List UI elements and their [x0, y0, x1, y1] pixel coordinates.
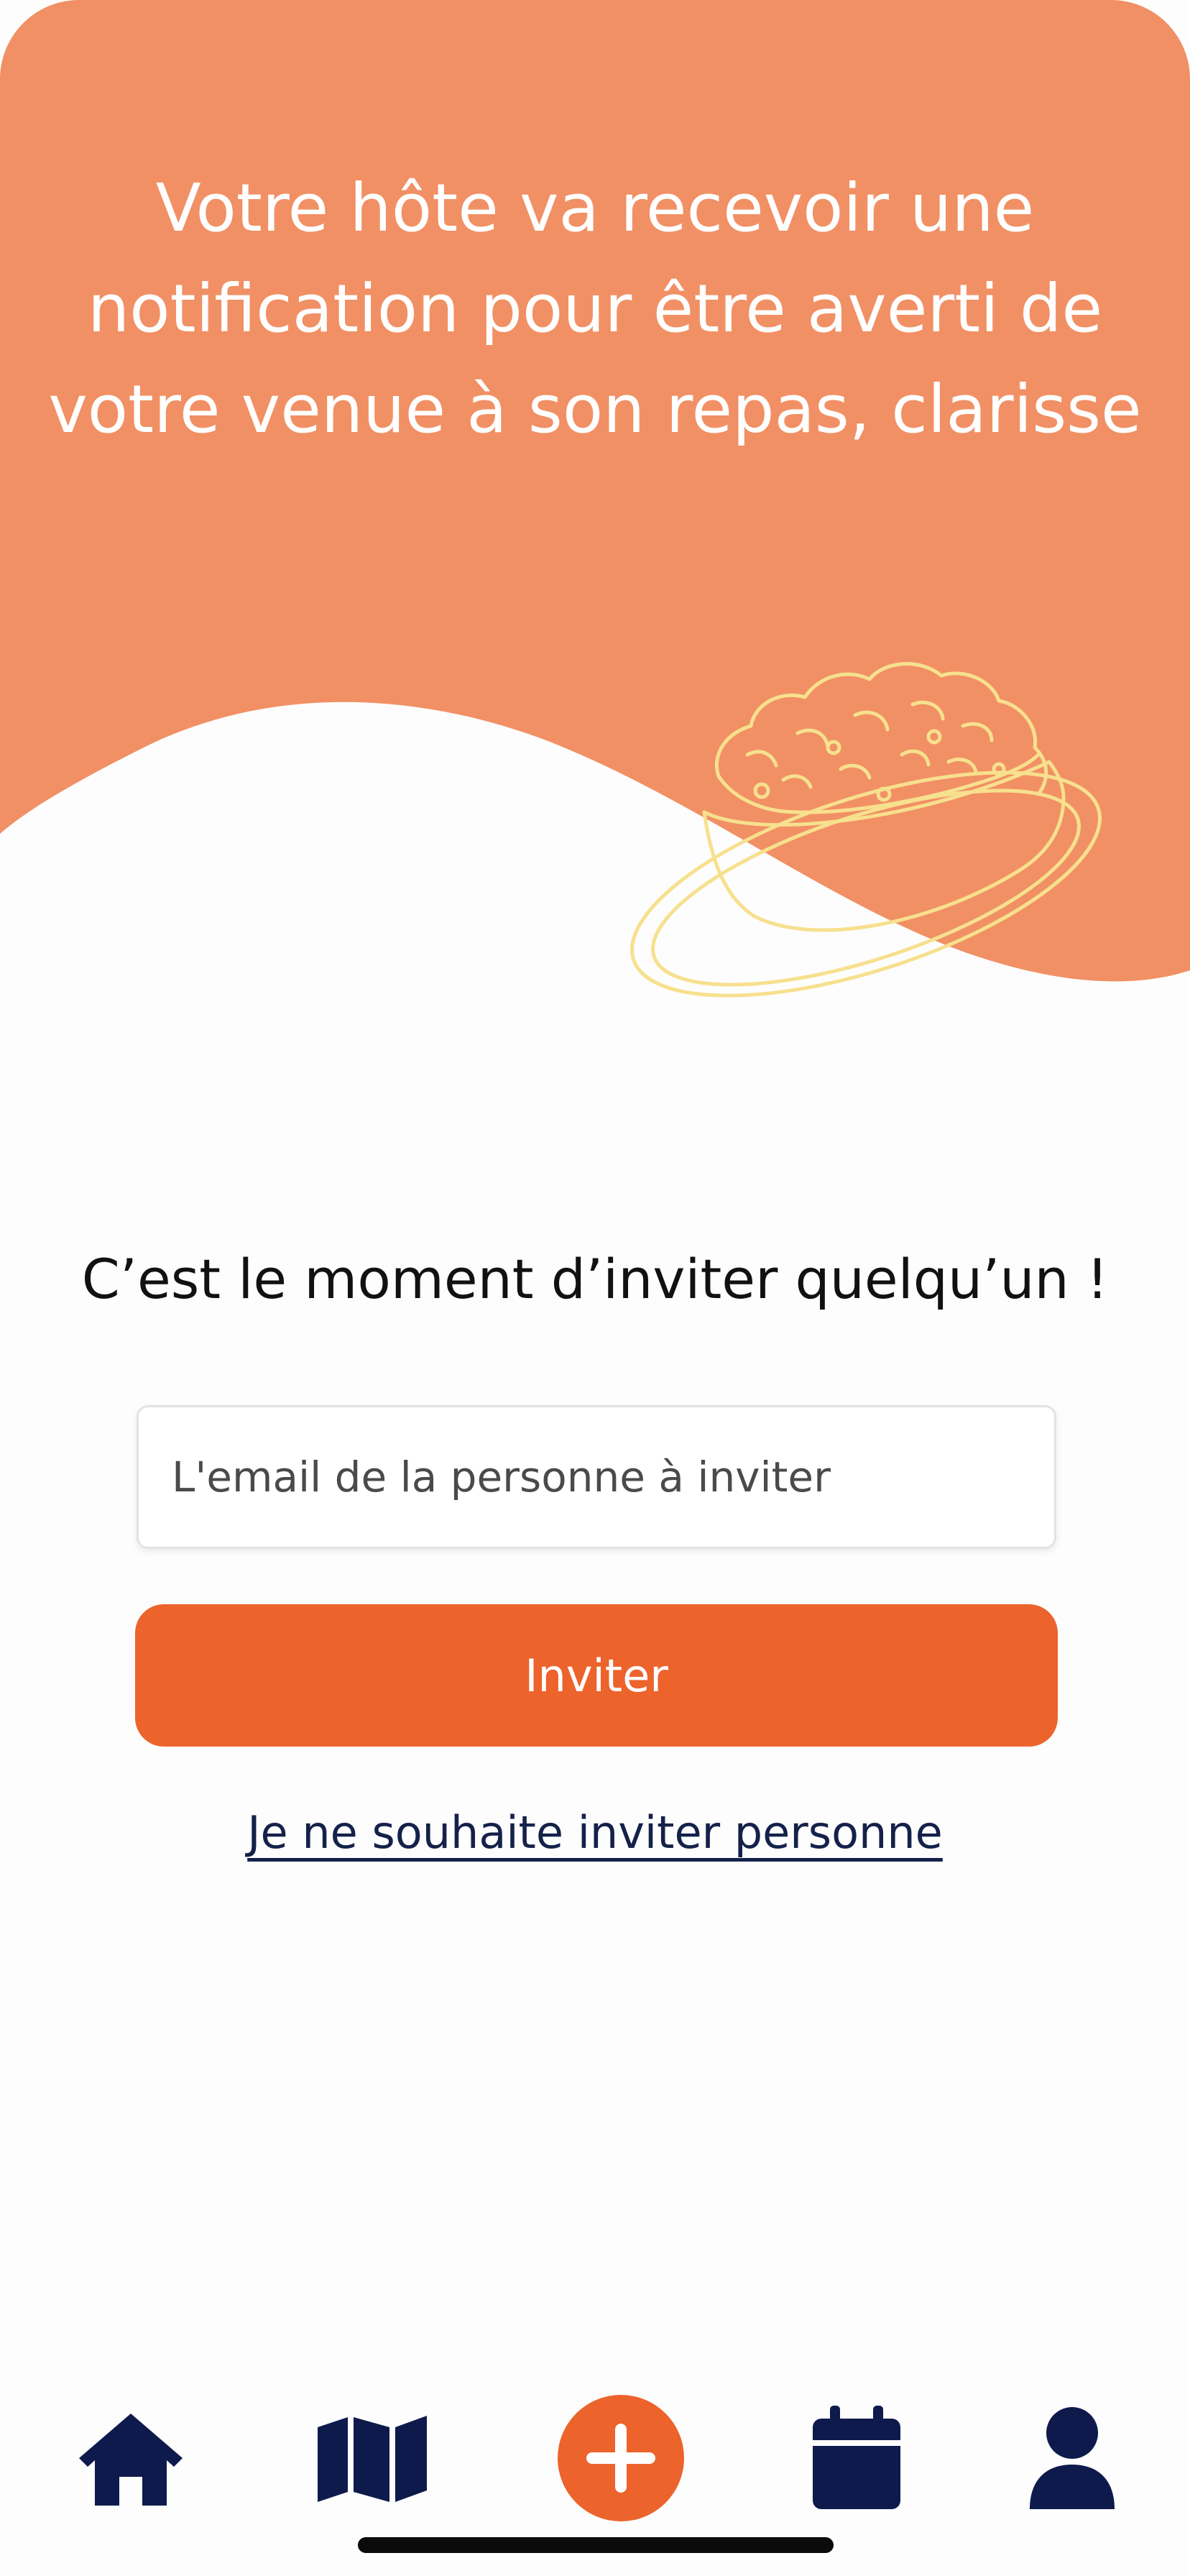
user-icon [1030, 2407, 1115, 2509]
header-title: Votre hôte va recevoir une notification … [48, 170, 1142, 448]
invite-heading: C’est le moment d’inviter quelqu’un ! [81, 1247, 1109, 1311]
invite-button[interactable]: Inviter [135, 1604, 1058, 1747]
tab-home[interactable] [59, 2386, 203, 2530]
invite-screen: Votre hôte va recevoir une notification … [0, 0, 1190, 2576]
home-icon [79, 2414, 183, 2506]
tab-calendar[interactable] [785, 2386, 928, 2530]
tab-map[interactable] [300, 2386, 444, 2530]
calendar-icon [813, 2406, 900, 2509]
tab-add[interactable] [549, 2386, 693, 2530]
tab-profile[interactable] [1000, 2386, 1144, 2530]
skip-invite-link[interactable]: Je ne souhaite inviter personne [29, 1797, 1161, 1869]
map-icon [318, 2416, 427, 2502]
home-indicator [358, 2537, 834, 2553]
email-field[interactable] [137, 1405, 1056, 1549]
bottom-tab-bar [0, 2386, 1190, 2530]
plus-circle-icon [558, 2395, 684, 2521]
dish-illustration-icon [630, 662, 1102, 998]
